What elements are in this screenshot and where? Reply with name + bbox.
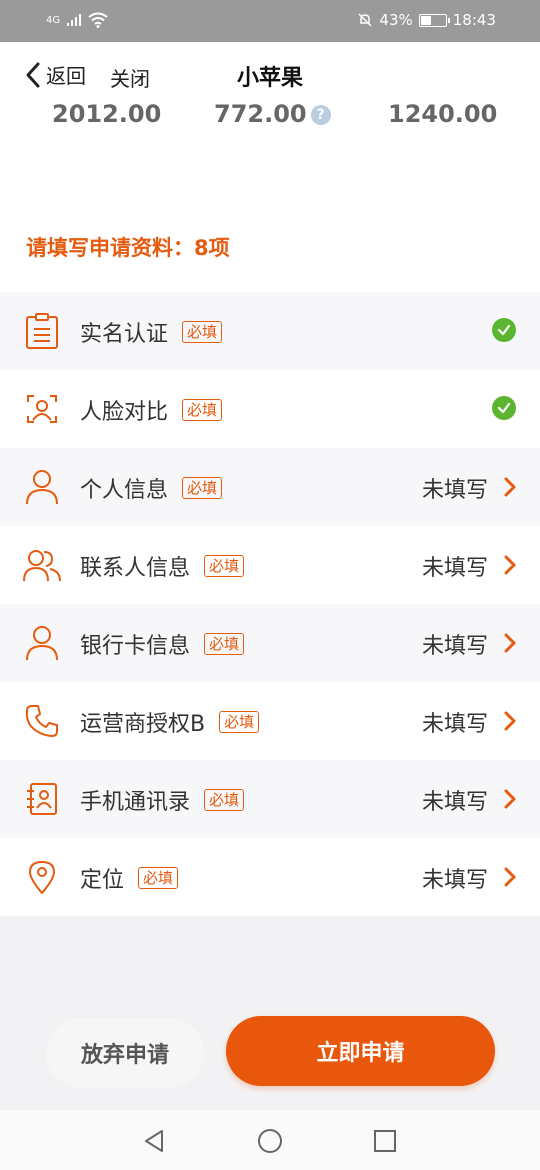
address-book-icon — [22, 779, 62, 819]
battery-icon — [418, 13, 450, 27]
clock: 18:43 — [452, 11, 496, 29]
fill-status: 未填写 — [421, 868, 488, 893]
list-item-label: 运营商授权B — [80, 712, 206, 737]
nav-recents-square-icon[interactable] — [370, 1126, 400, 1156]
amount-2-value: 772.00 — [214, 100, 307, 128]
list-item-label-group: 个人信息 必填 — [80, 472, 223, 504]
required-badge: 必填 — [204, 555, 245, 577]
apply-now-button[interactable]: 立即申请 — [226, 1016, 495, 1086]
chevron-right-icon — [504, 867, 516, 887]
required-badge: 必填 — [182, 477, 223, 499]
form-prompt: 请填写申请资料：8项 — [26, 236, 230, 260]
list-item-label: 定位 — [80, 868, 125, 893]
required-badge: 必填 — [182, 399, 223, 421]
chevron-right-icon — [504, 477, 516, 497]
required-badge: 必填 — [204, 789, 245, 811]
nav-home-circle-icon[interactable] — [255, 1126, 285, 1156]
chevron-right-icon — [504, 789, 516, 809]
list-item-label: 手机通讯录 — [80, 790, 191, 815]
list-item-label: 人脸对比 — [80, 400, 169, 425]
abandon-application-button[interactable]: 放弃申请 — [46, 1018, 204, 1088]
fill-status: 未填写 — [421, 556, 488, 581]
nav-back-triangle-icon[interactable] — [140, 1126, 170, 1156]
list-item-personal-info[interactable]: 个人信息 必填 未填写 — [0, 448, 540, 526]
list-item-real-name[interactable]: 实名认证 必填 — [0, 292, 540, 370]
phone-icon — [22, 701, 62, 741]
required-badge: 必填 — [182, 321, 223, 343]
list-item-phone-contacts[interactable]: 手机通讯录 必填 未填写 — [0, 760, 540, 838]
list-item-face-compare[interactable]: 人脸对比 必填 — [0, 370, 540, 448]
battery-percent: 43% — [379, 11, 413, 29]
amount-1: 2012.00 — [52, 100, 162, 128]
amounts-panel: 2012.00 772.00? 1240.00 — [0, 92, 540, 292]
fill-status: 未填写 — [421, 478, 488, 503]
check-icon — [492, 396, 516, 420]
fill-status: 未填写 — [421, 712, 488, 737]
fill-status: 未填写 — [421, 634, 488, 659]
chevron-right-icon — [504, 555, 516, 575]
mute-bell-icon — [358, 13, 372, 27]
person-icon — [22, 623, 62, 663]
person-icon — [22, 467, 62, 507]
contacts-icon — [22, 545, 62, 585]
list-item-label-group: 联系人信息 必填 — [80, 550, 245, 582]
list-item-label-group: 运营商授权B 必填 — [80, 706, 260, 738]
list-item-carrier-auth[interactable]: 运营商授权B 必填 未填写 — [0, 682, 540, 760]
list-item-label-group: 银行卡信息 必填 — [80, 628, 245, 660]
battery-fill — [420, 15, 432, 25]
chevron-right-icon — [504, 633, 516, 653]
page-title: 小苹果 — [236, 66, 303, 91]
check-icon — [492, 318, 516, 342]
wifi-icon — [88, 12, 108, 28]
list-item-label-group: 定位 必填 — [80, 862, 179, 894]
face-scan-icon — [22, 389, 62, 429]
list-item-label-group: 人脸对比 必填 — [80, 394, 223, 426]
required-badge: 必填 — [219, 711, 260, 733]
list-item-label: 联系人信息 — [80, 556, 191, 581]
amount-2: 772.00? — [214, 100, 331, 128]
list-item-contacts-info[interactable]: 联系人信息 必填 未填写 — [0, 526, 540, 604]
list-item-label: 个人信息 — [80, 478, 169, 503]
network-type: 4G — [46, 14, 61, 26]
list-item-label: 实名认证 — [80, 322, 169, 347]
clipboard-icon — [22, 311, 62, 351]
location-pin-icon — [22, 857, 62, 897]
list-item-label: 银行卡信息 — [80, 634, 191, 659]
status-right: 43% 18:43 — [357, 11, 496, 29]
required-badge: 必填 — [204, 633, 245, 655]
status-bar: 4G 43% 18:43 — [0, 0, 540, 42]
system-nav-bar — [0, 1110, 540, 1170]
required-badge: 必填 — [138, 867, 179, 889]
list-item-bank-card-info[interactable]: 银行卡信息 必填 未填写 — [0, 604, 540, 682]
status-left: 4G — [46, 12, 108, 28]
amount-3: 1240.00 — [388, 100, 498, 128]
list-item-label-group: 实名认证 必填 — [80, 316, 223, 348]
list-item-label-group: 手机通讯录 必填 — [80, 784, 245, 816]
help-icon[interactable]: ? — [310, 105, 331, 125]
requirement-list: 实名认证 必填 人脸对比 必填 个人信息 必填 未填写 联系人信息 必填 未填写… — [0, 292, 540, 916]
signal-icon — [67, 14, 82, 26]
fill-status: 未填写 — [421, 790, 488, 815]
chevron-right-icon — [504, 711, 516, 731]
list-item-location[interactable]: 定位 必填 未填写 — [0, 838, 540, 916]
